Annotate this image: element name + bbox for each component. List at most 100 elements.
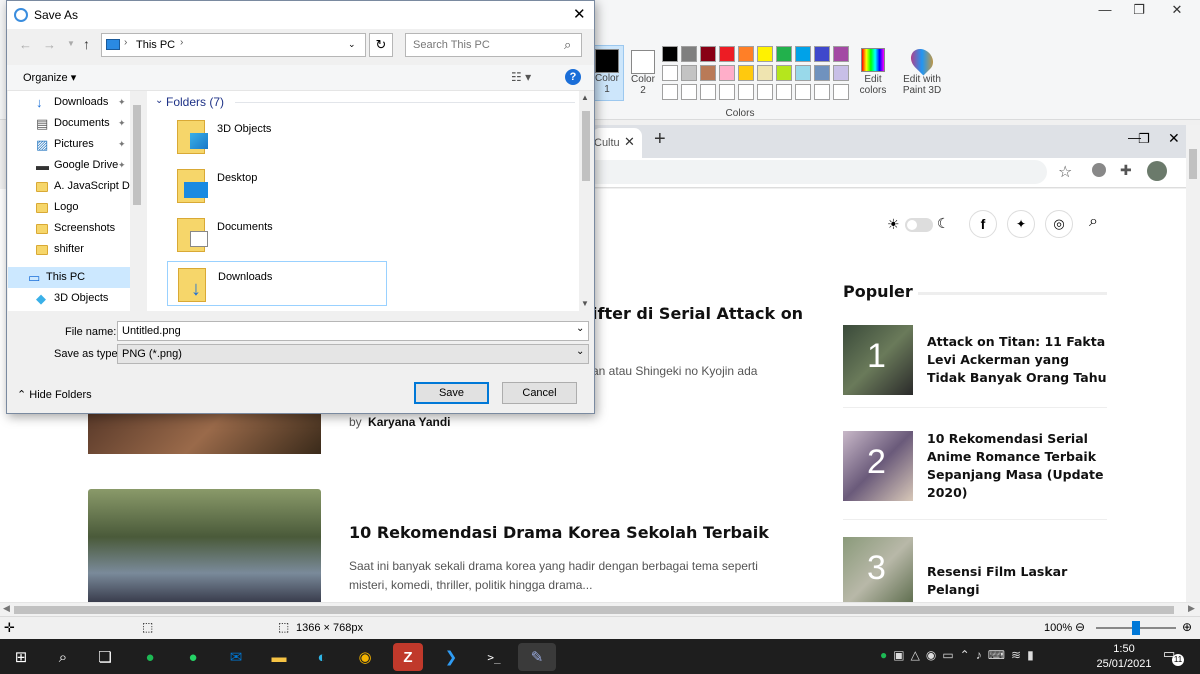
bookmark-star-icon[interactable]: ☆: [1058, 162, 1072, 182]
palette-swatch[interactable]: [776, 65, 792, 81]
content-scrollbar[interactable]: ▲ ▼: [579, 91, 593, 311]
filezilla-icon[interactable]: Z: [393, 643, 423, 671]
tab-active[interactable]: Cultu ✕: [592, 128, 642, 158]
scroll-thumb[interactable]: [1189, 149, 1197, 179]
palette-swatch[interactable]: [757, 46, 773, 62]
file-name-dropdown-icon[interactable]: ⌄: [576, 323, 584, 334]
windows-start-icon[interactable]: ⊞: [6, 643, 36, 671]
view-options-icon[interactable]: ☷ ▾: [511, 70, 531, 84]
folder-tile-downloads[interactable]: ↓ Downloads: [167, 261, 387, 306]
help-icon[interactable]: ?: [565, 69, 581, 85]
cancel-button[interactable]: Cancel: [502, 382, 577, 404]
nav-scrollbar[interactable]: [130, 91, 144, 311]
palette-swatch[interactable]: [814, 46, 830, 62]
dialog-close-icon[interactable]: ✕: [573, 5, 586, 23]
palette-swatch[interactable]: [662, 46, 678, 62]
edit-with-paint3d-button[interactable]: Edit with Paint 3D: [898, 44, 946, 101]
populer-thumb-2[interactable]: 2: [843, 431, 913, 501]
palette-swatch[interactable]: [795, 84, 811, 100]
populer-thumb-1[interactable]: 1: [843, 325, 913, 395]
page-vertical-scrollbar[interactable]: [1186, 125, 1200, 602]
color1-button[interactable]: Color 1: [590, 45, 624, 101]
palette-swatch[interactable]: [738, 65, 754, 81]
twitter-icon[interactable]: ✦: [1007, 210, 1035, 238]
mail-icon[interactable]: ✉: [221, 643, 251, 671]
populer-thumb-3[interactable]: 3: [843, 537, 913, 602]
article2-thumbnail[interactable]: [88, 489, 321, 602]
article1-thumbnail[interactable]: [88, 414, 321, 454]
breadcrumb-chevron-icon[interactable]: ›: [180, 37, 183, 48]
new-tab-button[interactable]: +: [654, 128, 666, 151]
palette-swatch[interactable]: [681, 65, 697, 81]
address-dropdown-icon[interactable]: ⌄: [348, 39, 356, 50]
save-type-dropdown-icon[interactable]: ⌄: [576, 346, 584, 357]
edit-colors-button[interactable]: Edit colors: [856, 45, 890, 101]
folder-tile-documents[interactable]: Documents: [167, 212, 387, 257]
task-view-icon[interactable]: ❏: [90, 643, 120, 671]
moon-icon[interactable]: ☾: [937, 215, 950, 232]
sidebar-item-google-drive[interactable]: ▬ Google Drive ✦: [8, 155, 130, 176]
palette-swatch[interactable]: [700, 46, 716, 62]
palette-swatch[interactable]: [662, 84, 678, 100]
breadcrumb-this-pc[interactable]: This PC: [136, 39, 175, 51]
sidebar-item-this-pc[interactable]: ▭ This PC: [8, 267, 130, 288]
file-explorer-icon[interactable]: ▬: [264, 643, 294, 671]
palette-swatch[interactable]: [700, 84, 716, 100]
tab-close-icon[interactable]: ✕: [624, 134, 635, 150]
article1-title[interactable]: ifter di Serial Attack on: [592, 304, 803, 323]
sidebar-item-a-javascript-das[interactable]: A. JavaScript Das: [8, 176, 130, 197]
theme-toggle[interactable]: [905, 218, 933, 232]
color2-button[interactable]: Color 2: [626, 45, 660, 101]
battery-icon[interactable]: ▮: [1027, 648, 1034, 666]
organize-button[interactable]: Organize ▾: [23, 71, 76, 84]
palette-swatch[interactable]: [719, 84, 735, 100]
sidebar-item-shifter[interactable]: shifter: [8, 239, 130, 260]
refresh-button[interactable]: ↻: [369, 33, 393, 57]
search-icon[interactable]: ⌕: [48, 643, 78, 671]
group-collapse-icon[interactable]: ⌄: [155, 95, 163, 106]
populer-title-1[interactable]: Attack on Titan: 11 Fakta Levi Ackerman …: [927, 333, 1107, 387]
sun-icon[interactable]: ☀: [887, 216, 900, 233]
page-horizontal-scrollbar[interactable]: ◀ ▶: [0, 602, 1200, 616]
up-arrow-icon[interactable]: ↑: [83, 36, 90, 52]
tray-spotify-icon[interactable]: ●: [880, 648, 887, 666]
article2-title[interactable]: 10 Rekomendasi Drama Korea Sekolah Terba…: [349, 523, 769, 542]
ime-icon[interactable]: ⌨: [988, 648, 1005, 666]
palette-swatch[interactable]: [814, 84, 830, 100]
browser-restore-icon[interactable]: ❐: [1138, 131, 1150, 147]
zoom-out-button[interactable]: ⊖: [1075, 620, 1085, 634]
sidebar-item-pictures[interactable]: ▨ Pictures ✦: [8, 134, 130, 155]
palette-swatch[interactable]: [681, 84, 697, 100]
palette-swatch[interactable]: [833, 46, 849, 62]
folder-tile-3d-objects[interactable]: 3D Objects: [167, 114, 387, 159]
search-box[interactable]: Search This PC ⌕: [405, 33, 582, 57]
palette-swatch[interactable]: [719, 46, 735, 62]
instagram-icon[interactable]: ◎: [1045, 210, 1073, 238]
facebook-icon[interactable]: f: [969, 210, 997, 238]
palette-swatch[interactable]: [662, 65, 678, 81]
spotify-icon[interactable]: ●: [135, 643, 165, 671]
folders-group-header[interactable]: Folders (7): [166, 95, 224, 109]
palette-swatch[interactable]: [776, 84, 792, 100]
volume-icon[interactable]: ♪: [976, 648, 982, 666]
palette-swatch[interactable]: [700, 65, 716, 81]
scroll-up-icon[interactable]: ▲: [581, 93, 589, 102]
extension-icon[interactable]: [1092, 163, 1106, 177]
search-icon[interactable]: ⌕: [1089, 213, 1098, 231]
palette-swatch[interactable]: [833, 84, 849, 100]
hide-folders-button[interactable]: ⌃ Hide Folders: [17, 388, 92, 401]
scroll-right-icon[interactable]: ▶: [1188, 603, 1195, 614]
populer-title-3[interactable]: Resensi Film Laskar Pelangi: [927, 563, 1107, 599]
hscroll-thumb[interactable]: [14, 606, 1174, 614]
sidebar-item-downloads[interactable]: ↓ Downloads ✦: [8, 92, 130, 113]
sidebar-item-logo[interactable]: Logo: [8, 197, 130, 218]
palette-swatch[interactable]: [776, 46, 792, 62]
terminal-icon[interactable]: >_: [479, 643, 509, 671]
palette-swatch[interactable]: [795, 65, 811, 81]
palette-swatch[interactable]: [757, 65, 773, 81]
palette-swatch[interactable]: [719, 65, 735, 81]
browser-close-icon[interactable]: ✕: [1168, 130, 1180, 147]
save-button[interactable]: Save: [414, 382, 489, 404]
edge-icon[interactable]: ◐: [307, 643, 337, 671]
close-icon[interactable]: ✕: [1154, 0, 1200, 22]
